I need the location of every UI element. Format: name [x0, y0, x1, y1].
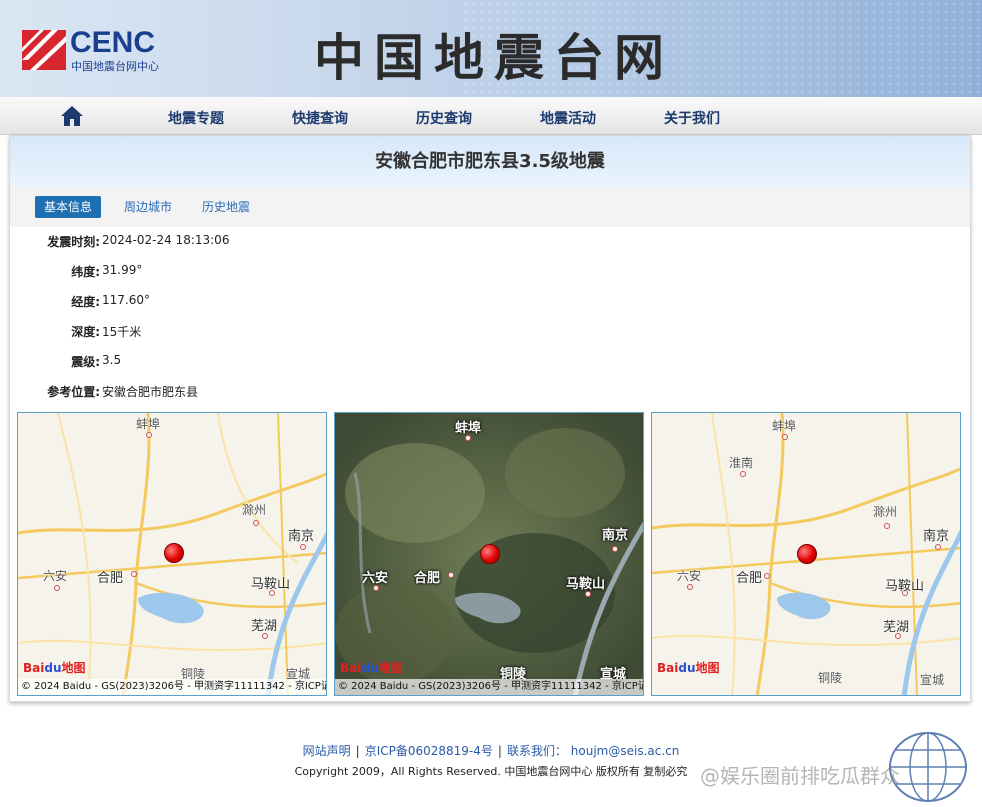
info-value: 15千米 [102, 325, 142, 339]
city-label: 宣城 [920, 673, 945, 687]
map-copyright: © 2024 Baidu - GS(2023)3206号 - 甲测资字11111… [335, 679, 643, 695]
nav-item-topics[interactable]: 地震专题 [168, 108, 224, 128]
city-dot [935, 544, 941, 550]
info-value: 117.60° [102, 293, 150, 307]
baidu-logo-text: Bai [23, 661, 45, 675]
city-dot [884, 523, 890, 529]
event-panel: 安徽合肥市肥东县3.5级地震 基本信息 周边城市 历史地震 发震时刻: 2024… [9, 135, 971, 702]
baidu-logo-map: 地图 [695, 661, 720, 675]
city-label: 南京 [602, 528, 629, 543]
map-satellite[interactable]: 蚌埠 南京 六安 合肥 马鞍山 铜陵 宣城 Baidu地图 © 2024 Bai… [334, 412, 644, 696]
header-banner: CENC 中国地震台网中心 中国地震台网 [0, 0, 982, 97]
watermark-text: @娱乐圈前排吃瓜群众 [700, 764, 900, 788]
baidu-logo-du: du [361, 661, 379, 675]
city-dot [782, 434, 788, 440]
city-label: 蚌埠 [136, 417, 161, 431]
city-label: 合肥 [97, 571, 124, 586]
city-dot [54, 585, 60, 591]
city-dot [687, 584, 693, 590]
baidu-logo: Baidu地图 [340, 659, 403, 676]
nav-item-about[interactable]: 关于我们 [664, 108, 720, 128]
footer-link-statement[interactable]: 网站声明 [303, 744, 351, 758]
city-label: 芜湖 [251, 619, 278, 634]
footer-separator: | [497, 744, 502, 758]
city-label: 合肥 [414, 571, 441, 586]
info-value: 2024-02-24 18:13:06 [102, 233, 230, 247]
baidu-logo-text: Bai [657, 661, 679, 675]
cenc-logo[interactable]: CENC 中国地震台网中心 [22, 26, 192, 74]
city-label: 马鞍山 [885, 579, 925, 594]
info-label: 经度: [71, 295, 100, 309]
city-label: 淮南 [729, 456, 754, 470]
city-dot [253, 520, 259, 526]
footer-link-icp[interactable]: 京ICP备06028819-4号 [365, 744, 493, 758]
info-label: 纬度: [71, 265, 100, 279]
city-label: 蚌埠 [455, 421, 482, 436]
epicenter-marker[interactable] [480, 544, 500, 564]
city-label: 滁州 [873, 505, 898, 519]
city-label: 马鞍山 [566, 577, 606, 592]
logo-text: CENC [70, 26, 156, 59]
city-label: 合肥 [736, 571, 763, 586]
city-dot [764, 573, 770, 579]
epicenter-marker[interactable] [164, 543, 184, 563]
footer-separator: | [355, 744, 360, 758]
baidu-logo-map: 地图 [378, 661, 403, 675]
city-dot [740, 471, 746, 477]
baidu-logo: Baidu地图 [657, 659, 720, 676]
city-label: 六安 [677, 569, 702, 583]
map-street-left[interactable]: 蚌埠 滁州 南京 六安 合肥 马鞍山 芜湖 铜陵 宣城 Baidu地图 © 20… [17, 412, 327, 696]
city-dot [146, 432, 152, 438]
city-label: 芜湖 [883, 620, 910, 635]
info-value: 31.99° [102, 263, 143, 277]
home-icon[interactable] [60, 104, 84, 128]
info-label: 深度: [71, 325, 100, 339]
tab-history-quakes[interactable]: 历史地震 [193, 196, 259, 218]
nav-item-quick-query[interactable]: 快捷查询 [292, 108, 348, 128]
footer-link-contact[interactable]: 联系我们： houjm@seis.ac.cn [507, 744, 679, 758]
city-dot [131, 571, 137, 577]
event-title: 安徽合肥市肥东县3.5级地震 [10, 136, 970, 187]
logo-subtitle: 中国地震台网中心 [71, 60, 159, 73]
cenc-logo-icon [22, 30, 66, 70]
site-title: 中国地震台网 [314, 28, 674, 87]
city-label: 蚌埠 [772, 419, 797, 433]
city-label: 滁州 [242, 503, 267, 517]
baidu-logo-text: Bai [340, 661, 362, 675]
info-value: 3.5 [102, 353, 122, 367]
tab-basic-info[interactable]: 基本信息 [35, 196, 102, 218]
city-label: 六安 [362, 571, 389, 586]
city-label: 南京 [288, 529, 315, 544]
info-value: 安徽合肥市肥东县 [102, 385, 199, 399]
epicenter-marker[interactable] [797, 544, 817, 564]
city-label: 铜陵 [818, 671, 843, 685]
info-label: 参考位置: [47, 385, 100, 399]
footer-links: 网站声明 | 京ICP备06028819-4号 | 联系我们： houjm@seis.a… [0, 742, 982, 759]
baidu-logo-du: du [44, 661, 62, 675]
baidu-logo: Baidu地图 [23, 659, 86, 676]
map-copyright: © 2024 Baidu - GS(2023)3206号 - 甲测资字11111… [18, 679, 326, 695]
info-label: 发震时刻: [47, 235, 100, 249]
baidu-logo-map: 地图 [61, 661, 86, 675]
nav-item-history-query[interactable]: 历史查询 [416, 108, 472, 128]
tab-nearby-cities[interactable]: 周边城市 [115, 196, 181, 218]
city-dot [300, 544, 306, 550]
city-label: 六安 [43, 569, 68, 583]
info-label: 震级: [71, 355, 100, 369]
map-street-right[interactable]: 蚌埠 淮南 滁州 南京 六安 合肥 马鞍山 芜湖 铜陵 宣城 Baidu地图 [651, 412, 961, 696]
baidu-logo-du: du [678, 661, 696, 675]
nav-item-activity[interactable]: 地震活动 [540, 108, 596, 128]
city-dot [612, 546, 618, 552]
city-label: 南京 [923, 529, 950, 544]
city-label: 马鞍山 [251, 577, 291, 592]
city-dot [448, 572, 454, 578]
event-tabs: 基本信息 周边城市 历史地震 [10, 187, 970, 227]
main-nav: 地震专题 快捷查询 历史查询 地震活动 关于我们 [0, 97, 982, 135]
